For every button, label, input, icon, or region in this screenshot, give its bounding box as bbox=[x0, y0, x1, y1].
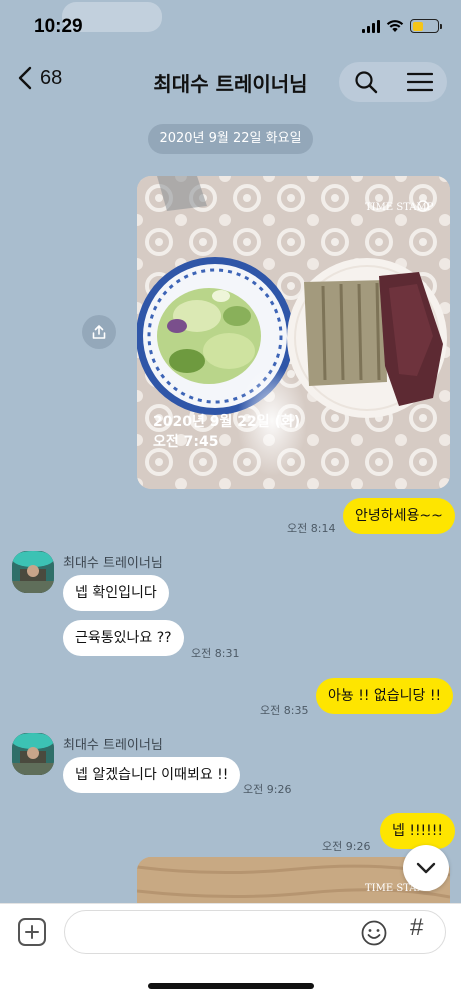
chat-header: 68 최대수 트레이너님 bbox=[0, 56, 461, 108]
battery-icon bbox=[410, 19, 442, 33]
status-time: 10:29 bbox=[34, 16, 83, 37]
message-time: 오전 8:35 bbox=[260, 704, 309, 717]
attach-button[interactable] bbox=[18, 918, 46, 946]
search-icon[interactable] bbox=[354, 70, 378, 94]
scroll-to-bottom-button[interactable] bbox=[403, 845, 449, 891]
message-input[interactable] bbox=[64, 910, 446, 954]
meal-photo: TIME STAMP 2020년 9월 22일 (화) 오전 7:45 bbox=[137, 176, 450, 489]
my-message-bubble[interactable]: 안녕하세용~~ bbox=[343, 498, 455, 534]
message-time: 오전 8:31 bbox=[191, 647, 240, 660]
trainer-avatar[interactable] bbox=[12, 733, 54, 775]
cellular-signal-icon bbox=[362, 19, 380, 33]
date-divider: 2020년 9월 22일 화요일 bbox=[148, 124, 313, 154]
wifi-icon bbox=[386, 20, 404, 32]
hamburger-menu-icon[interactable] bbox=[406, 72, 433, 92]
share-icon bbox=[92, 325, 106, 339]
sender-name: 최대수 트레이너님 bbox=[63, 556, 163, 571]
avatar-image bbox=[12, 551, 54, 593]
share-button[interactable] bbox=[82, 315, 116, 349]
avatar-image bbox=[12, 733, 54, 775]
header-actions bbox=[339, 62, 447, 102]
my-message-bubble[interactable]: 아뇽 !! 없습니당 !! bbox=[316, 678, 454, 714]
photo-time-overlay: 오전 7:45 bbox=[153, 433, 218, 450]
message-time: 오전 9:26 bbox=[243, 783, 292, 796]
message-time: 오전 8:14 bbox=[287, 522, 336, 535]
plus-icon bbox=[25, 925, 39, 939]
trainer-message-bubble[interactable]: 넵 알겠습니다 이때뵈요 !! bbox=[63, 757, 241, 793]
status-bar: 10:29 bbox=[0, 0, 461, 56]
status-icons bbox=[362, 19, 442, 33]
emoji-icon[interactable] bbox=[361, 920, 387, 946]
hashtag-search-button[interactable]: # bbox=[410, 914, 423, 942]
sender-name: 최대수 트레이너님 bbox=[63, 738, 163, 753]
message-time: 오전 9:26 bbox=[322, 840, 371, 853]
trainer-message-bubble[interactable]: 넵 확인입니다 bbox=[63, 575, 169, 611]
home-indicator bbox=[148, 983, 314, 989]
trainer-message-bubble[interactable]: 근육통있나요 ?? bbox=[63, 620, 184, 656]
photo-date-overlay: 2020년 9월 22일 (화) bbox=[153, 413, 300, 430]
chevron-down-icon bbox=[416, 862, 436, 874]
trainer-avatar[interactable] bbox=[12, 551, 54, 593]
photo-message[interactable]: TIME STAMP 2020년 9월 22일 (화) 오전 7:45 bbox=[137, 176, 450, 489]
my-message-bubble[interactable]: 넵 !!!!!! bbox=[380, 813, 456, 849]
